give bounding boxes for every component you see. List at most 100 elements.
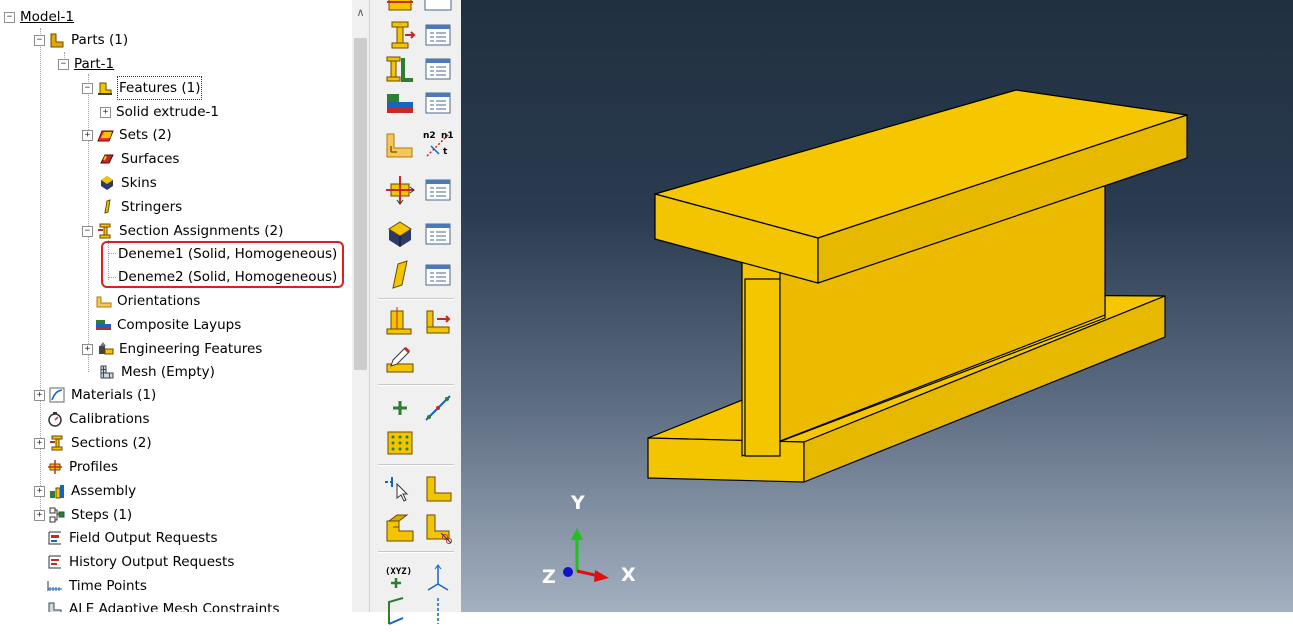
expand-icon[interactable]: +: [82, 343, 93, 355]
model-tree[interactable]: − Model-1 − Parts (1) − Part-1 − Feature…: [0, 0, 352, 612]
expand-icon[interactable]: +: [34, 389, 45, 401]
x-axis-label: X: [621, 564, 636, 586]
assign-material-orientation-button[interactable]: [383, 128, 417, 162]
section-manager-button[interactable]: [421, 18, 455, 52]
tree-item-part-1[interactable]: − Part-1: [58, 53, 115, 75]
tree-scrollbar[interactable]: ∧: [352, 0, 369, 612]
toolbox-separator: [378, 464, 454, 466]
tree-item-label: Stringers: [121, 199, 183, 215]
expand-icon[interactable]: +: [34, 485, 45, 497]
tree-item-skins[interactable]: Skins: [99, 172, 158, 194]
viewport[interactable]: Y X Z: [461, 0, 1293, 612]
tree-item-orientations[interactable]: Orientations: [95, 290, 201, 312]
collapse-icon[interactable]: −: [82, 82, 93, 94]
split-part-button[interactable]: [421, 511, 455, 545]
tree-item-parts[interactable]: − Parts (1): [34, 29, 129, 51]
tree-item-sets[interactable]: + Sets (2): [82, 124, 173, 146]
create-skin-button[interactable]: [383, 217, 417, 251]
tree-item-model[interactable]: − Model-1: [4, 6, 75, 28]
tree-item-label: Features (1): [116, 76, 203, 100]
tree-item-label: Calibrations: [69, 411, 150, 427]
datum-line-button[interactable]: [421, 594, 455, 628]
assign-section-button[interactable]: [383, 52, 417, 86]
stringer-icon: [99, 199, 115, 215]
tree-item-label: Sections (2): [71, 435, 152, 451]
create-point-button[interactable]: [383, 391, 417, 425]
section-assignment-manager-button[interactable]: [421, 52, 455, 86]
tree-item-stringers[interactable]: Stringers: [99, 196, 183, 218]
tree-item-materials[interactable]: + Materials (1): [34, 384, 157, 406]
tree-item-label: Part-1: [74, 56, 115, 72]
create-section-button[interactable]: [383, 18, 417, 52]
tree-item-composite-layups[interactable]: Composite Layups: [95, 314, 242, 336]
tree-item-profiles[interactable]: Profiles: [47, 456, 119, 478]
create-stringer-button[interactable]: [383, 258, 417, 292]
tree-item-steps[interactable]: + Steps (1): [34, 504, 133, 526]
scrollbar-thumb[interactable]: [354, 38, 367, 370]
field-output-icon: [47, 530, 63, 546]
collapse-icon[interactable]: −: [58, 58, 69, 70]
y-axis-label: Y: [571, 492, 585, 514]
calibration-icon: [47, 411, 63, 427]
query-button[interactable]: [383, 472, 417, 506]
tree-item-ale-constraints[interactable]: ALE Adaptive Mesh Constraints: [47, 598, 280, 612]
tree-item-label: Engineering Features: [119, 341, 263, 357]
attach-points-button[interactable]: [383, 425, 417, 459]
datum-plane-button[interactable]: [383, 594, 417, 628]
edit-assignment-button[interactable]: [383, 342, 417, 376]
tree-item-surfaces[interactable]: Surfaces: [99, 148, 180, 170]
tree-item-label: Parts (1): [71, 32, 129, 48]
tree-item-label: History Output Requests: [69, 554, 235, 570]
tree-item-sections[interactable]: + Sections (2): [34, 432, 153, 454]
partition-button[interactable]: [383, 511, 417, 545]
skin-icon: [99, 175, 115, 191]
datum-point-button[interactable]: [383, 0, 417, 16]
tree-item-label: Solid extrude-1: [116, 104, 219, 120]
create-datum-csys-button[interactable]: (XYZ): [383, 560, 417, 594]
tree-item-label: Steps (1): [71, 507, 133, 523]
expand-icon[interactable]: +: [100, 106, 111, 118]
datum-axis-button[interactable]: [421, 560, 455, 594]
tree-item-section-assignments[interactable]: − Section Assignments (2): [82, 220, 284, 242]
collapse-icon[interactable]: −: [34, 34, 45, 46]
profile-icon: [47, 459, 63, 475]
highlight-box: [101, 241, 344, 288]
toolbox-separator: [378, 551, 454, 553]
tree-item-history-output-requests[interactable]: History Output Requests: [47, 551, 235, 573]
tree-item-label: ALE Adaptive Mesh Constraints: [69, 601, 280, 612]
tree-item-label: Skins: [121, 175, 157, 191]
scroll-up-arrow-icon[interactable]: ∧: [352, 4, 369, 22]
create-special-section-button[interactable]: [383, 305, 417, 339]
mesh-icon: [99, 364, 115, 380]
feature-icon: [97, 80, 113, 96]
collapse-icon[interactable]: −: [4, 11, 15, 23]
manager-button[interactable]: [421, 0, 455, 16]
tree-item-features[interactable]: − Features (1): [82, 76, 203, 100]
tree-item-engineering-features[interactable]: + Engineering Features: [82, 338, 263, 360]
tree-item-calibrations[interactable]: Calibrations: [47, 408, 151, 430]
expand-icon[interactable]: +: [34, 509, 45, 521]
tree-item-time-points[interactable]: Time Points: [47, 575, 148, 597]
tree-item-assembly[interactable]: + Assembly: [34, 480, 137, 502]
ale-icon: [47, 601, 63, 612]
tree-item-mesh[interactable]: Mesh (Empty): [99, 361, 216, 383]
skin-manager-button[interactable]: [421, 217, 455, 251]
layup-manager-button[interactable]: [421, 86, 455, 120]
tree-item-label: Composite Layups: [117, 317, 242, 333]
create-wire-button[interactable]: [421, 391, 455, 425]
profile-manager-button[interactable]: [421, 173, 455, 207]
toolbox-separator: [378, 384, 454, 386]
assign-inertia-button[interactable]: [421, 305, 455, 339]
tree-item-field-output-requests[interactable]: Field Output Requests: [47, 527, 219, 549]
stringer-manager-button[interactable]: [421, 258, 455, 292]
assign-normal-direction-button[interactable]: n2 n1 t: [421, 128, 455, 162]
expand-icon[interactable]: +: [82, 129, 93, 141]
sets-icon: [97, 127, 114, 143]
collapse-icon[interactable]: −: [82, 225, 93, 237]
expand-icon[interactable]: +: [34, 437, 45, 449]
create-composite-layup-button[interactable]: [383, 86, 417, 120]
reference-point-button[interactable]: [421, 472, 455, 506]
assign-beam-orientation-button[interactable]: [383, 173, 417, 207]
tree-item-solid-extrude[interactable]: + Solid extrude-1: [100, 101, 220, 123]
tree-item-label: Section Assignments (2): [119, 223, 284, 239]
